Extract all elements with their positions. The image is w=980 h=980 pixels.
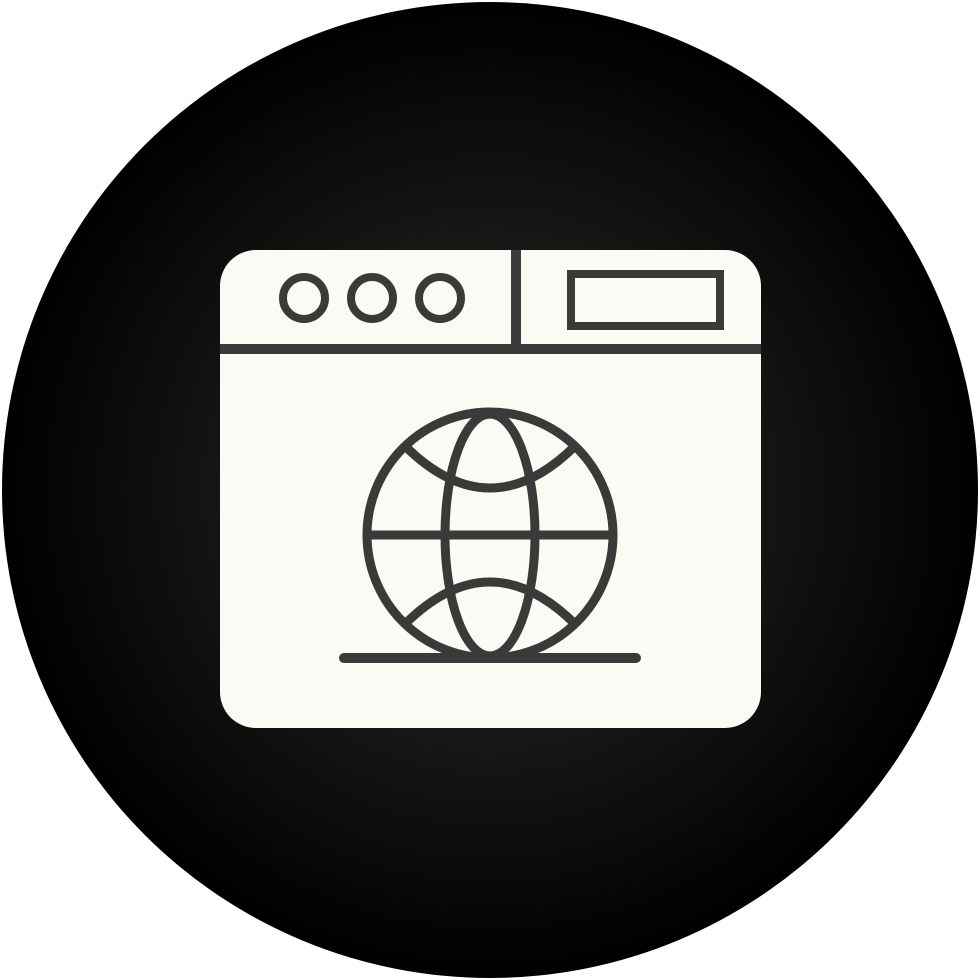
icon-canvas [0, 0, 980, 980]
web-browser-globe-icon [2, 2, 978, 978]
